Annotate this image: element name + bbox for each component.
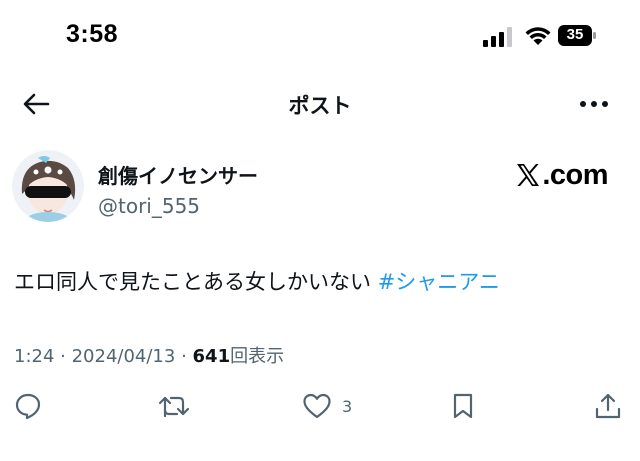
display-name[interactable]: 創傷イノセンサー [98, 160, 258, 189]
post-date[interactable]: 2024/04/13 [72, 346, 176, 367]
post-time[interactable]: 1:24 [14, 346, 54, 367]
repost-button[interactable] [158, 390, 190, 422]
post-author: 創傷イノセンサー @tori_555 .com [12, 150, 622, 232]
page-title: ポスト [288, 94, 352, 118]
post-meta: 1:24 · 2024/04/13 · 641回表示 [14, 342, 284, 368]
reply-button[interactable] [14, 390, 42, 422]
more-button[interactable] [574, 88, 614, 120]
repost-icon [158, 396, 190, 418]
views-label: 回表示 [230, 346, 285, 367]
wifi-icon [525, 27, 551, 45]
action-bar: 3 [0, 390, 640, 422]
x-logo[interactable]: .com [515, 158, 608, 191]
bookmark-button[interactable] [450, 390, 476, 422]
meta-separator: · [54, 346, 72, 367]
post-body: エロ同人で見たことある女しかいない [14, 270, 371, 294]
reply-icon [15, 393, 41, 420]
like-count: 3 [342, 396, 353, 416]
more-horizontal-icon [580, 101, 608, 107]
signal-icon [483, 27, 512, 47]
views-count: 641 [192, 346, 231, 367]
x-icon [517, 164, 540, 186]
share-icon [595, 393, 621, 419]
x-logo-text: .com [542, 158, 608, 191]
battery-icon: 35 [558, 25, 596, 46]
meta-separator: · [175, 346, 193, 367]
status-bar: 3:58 35 [0, 0, 640, 70]
user-handle[interactable]: @tori_555 [98, 194, 200, 218]
hashtag-link[interactable]: #シャニアニ [378, 270, 500, 294]
avatar[interactable] [12, 150, 84, 222]
status-time: 3:58 [66, 20, 119, 48]
bookmark-icon [453, 393, 473, 419]
like-button[interactable]: 3 [302, 390, 352, 422]
share-button[interactable] [594, 390, 622, 422]
battery-level: 35 [566, 26, 584, 43]
nav-bar: ポスト [0, 80, 640, 128]
post-text: エロ同人で見たことある女しかいない #シャニアニ [14, 266, 500, 296]
heart-icon [303, 393, 331, 419]
